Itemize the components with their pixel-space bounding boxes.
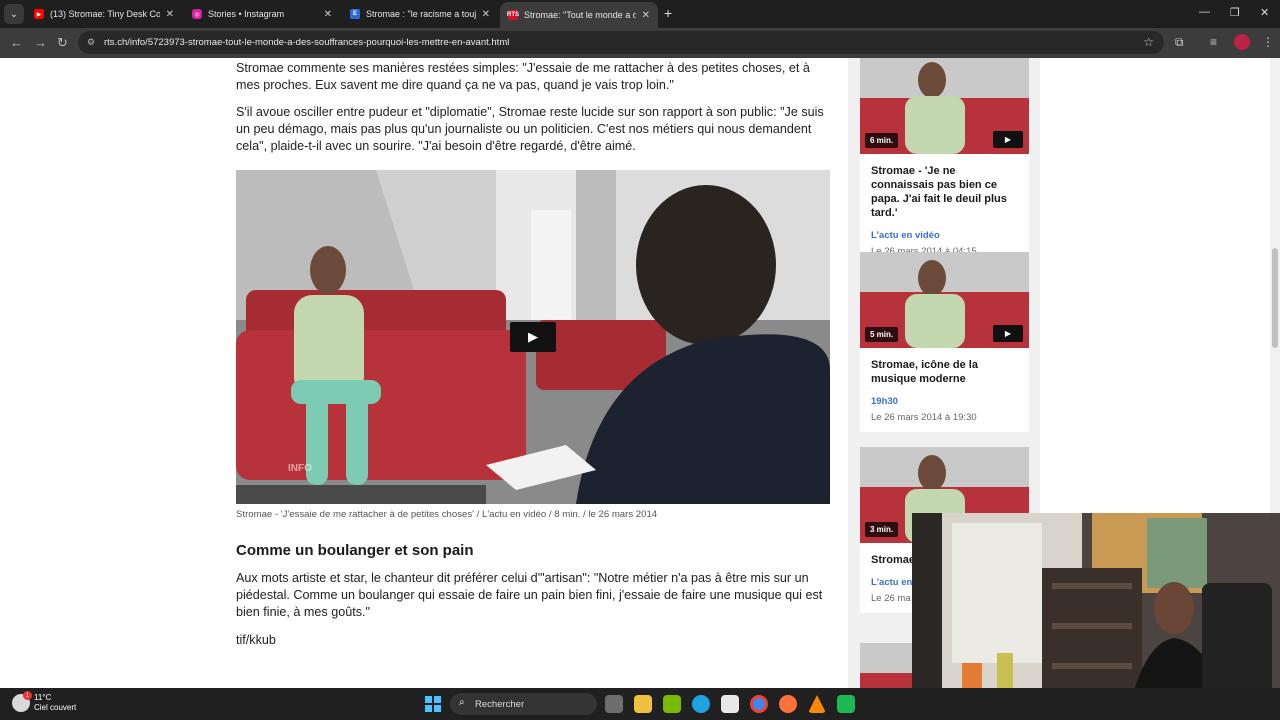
video-caption: Stromae - 'J'essaie de me rattacher à de… (236, 509, 658, 520)
video-player[interactable]: ▶ INFO (236, 170, 830, 504)
play-icon[interactable]: ▶ (993, 131, 1023, 148)
back-icon[interactable]: ← (10, 35, 23, 50)
article-paragraph: Stromae commente ses manières restées si… (236, 61, 810, 92)
profile-avatar[interactable] (1234, 34, 1250, 50)
related-video-card[interactable]: 5 min. ▶ Stromae, icône de la musique mo… (860, 252, 1029, 432)
article-signature: tif/kkub (236, 633, 276, 647)
video-thumbnail[interactable]: 5 min. ▶ (860, 252, 1029, 348)
file-explorer-icon[interactable] (634, 695, 652, 713)
instagram-icon: ◎ (192, 9, 202, 19)
search-icon: ⌕ (459, 697, 465, 708)
close-icon[interactable]: ✕ (166, 9, 174, 20)
card-title[interactable]: Stromae - 'Je ne connaissais pas bien ce… (860, 154, 1029, 220)
windows-taskbar: 1 11°C Ciel couvert ⌕ Rechercher (0, 688, 1280, 720)
notification-badge: 1 (23, 691, 32, 700)
tab-title: Stromae : "le racisme a toujours (366, 9, 476, 19)
restore-icon[interactable]: ❐ (1230, 6, 1240, 19)
close-icon[interactable]: ✕ (642, 10, 650, 21)
menu-icon[interactable]: ⋮ (1262, 35, 1274, 49)
app-icon[interactable] (837, 695, 855, 713)
firefox-icon[interactable] (779, 695, 797, 713)
cloud-icon: 1 (12, 691, 32, 712)
card-date: Le 26 mars 2014 à 19:30 (871, 412, 977, 423)
reload-icon[interactable]: ↻ (57, 35, 68, 51)
bookmark-star-icon[interactable]: ☆ (1143, 35, 1154, 49)
scrollbar-thumb[interactable] (1272, 248, 1278, 348)
tab-title: Stories • Instagram (208, 9, 285, 19)
site-info-icon[interactable]: ⚙ (87, 37, 95, 48)
related-video-card[interactable]: 6 min. ▶ Stromae - 'Je ne connaissais pa… (860, 58, 1029, 266)
tab-title: (13) Stromae: Tiny Desk Concer (50, 9, 160, 19)
duration-badge: 5 min. (865, 327, 899, 342)
play-icon[interactable]: ▶ (510, 322, 556, 352)
address-bar[interactable]: ⚙ rts.ch/info/5723973-stromae-tout-le-mo… (78, 31, 1164, 54)
search-placeholder: Rechercher (475, 698, 525, 710)
article-paragraph: Aux mots artiste et star, le chanteur di… (236, 571, 823, 619)
minimize-icon[interactable]: — (1199, 6, 1210, 18)
tab-youtube[interactable]: ▶ (13) Stromae: Tiny Desk Concer ✕ (26, 3, 182, 25)
tab-search-icon[interactable]: ⌄ (4, 4, 24, 24)
weather-condition: Ciel couvert (34, 703, 77, 712)
weather-temperature: 11°C (34, 693, 52, 702)
duration-badge: 6 min. (865, 133, 899, 148)
video-watermark: INFO (288, 463, 312, 474)
taskbar-search[interactable]: ⌕ Rechercher (450, 693, 597, 715)
reading-list-icon[interactable]: ≡ (1210, 35, 1217, 49)
article-paragraph: S'il avoue osciller entre pudeur et "dip… (236, 105, 824, 153)
chrome-icon[interactable] (750, 695, 768, 713)
play-icon[interactable]: ▶ (993, 325, 1023, 342)
rts-icon: RTS (507, 10, 519, 20)
tab-strip: ⌄ ▶ (13) Stromae: Tiny Desk Concer ✕ ◎ S… (0, 0, 1280, 28)
card-show[interactable]: L'actu en vidéo (860, 220, 1029, 241)
windows-start-icon[interactable] (425, 696, 441, 712)
close-icon[interactable]: ✕ (324, 9, 332, 20)
card-title[interactable]: Stromae, icône de la musique moderne (860, 348, 1029, 386)
card-show[interactable]: 19h30 (860, 386, 1029, 407)
weather-widget[interactable]: 1 11°C Ciel couvert (12, 691, 77, 713)
duration-badge: 3 min. (865, 522, 899, 537)
new-tab-icon[interactable]: + (664, 5, 672, 21)
edge-icon[interactable] (692, 695, 710, 713)
close-window-icon[interactable]: ✕ (1260, 6, 1269, 19)
tab-rts-active[interactable]: RTS Stromae: "Tout le monde a des ✕ (500, 2, 658, 28)
youtube-icon: ▶ (34, 9, 44, 19)
video-thumbnail[interactable]: 6 min. ▶ (860, 58, 1029, 154)
tab-title: Stromae: "Tout le monde a des (524, 10, 636, 20)
section-heading: Comme un boulanger et son pain (236, 542, 474, 559)
task-view-icon[interactable] (605, 695, 623, 713)
url-text: rts.ch/info/5723973-stromae-tout-le-mond… (104, 37, 510, 48)
close-icon[interactable]: ✕ (482, 9, 490, 20)
site-icon: E (350, 9, 360, 19)
tab-stromae-racisme[interactable]: E Stromae : "le racisme a toujours ✕ (342, 3, 498, 25)
vlc-icon[interactable] (808, 695, 826, 713)
forward-icon[interactable]: → (34, 35, 47, 50)
browser-toolbar: ← → ↻ ⚙ rts.ch/info/5723973-stromae-tout… (0, 28, 1280, 58)
extensions-icon[interactable]: ⧉ (1175, 35, 1184, 50)
tab-instagram[interactable]: ◎ Stories • Instagram ✕ (184, 3, 340, 25)
store-icon[interactable] (721, 695, 739, 713)
nvidia-icon[interactable] (663, 695, 681, 713)
